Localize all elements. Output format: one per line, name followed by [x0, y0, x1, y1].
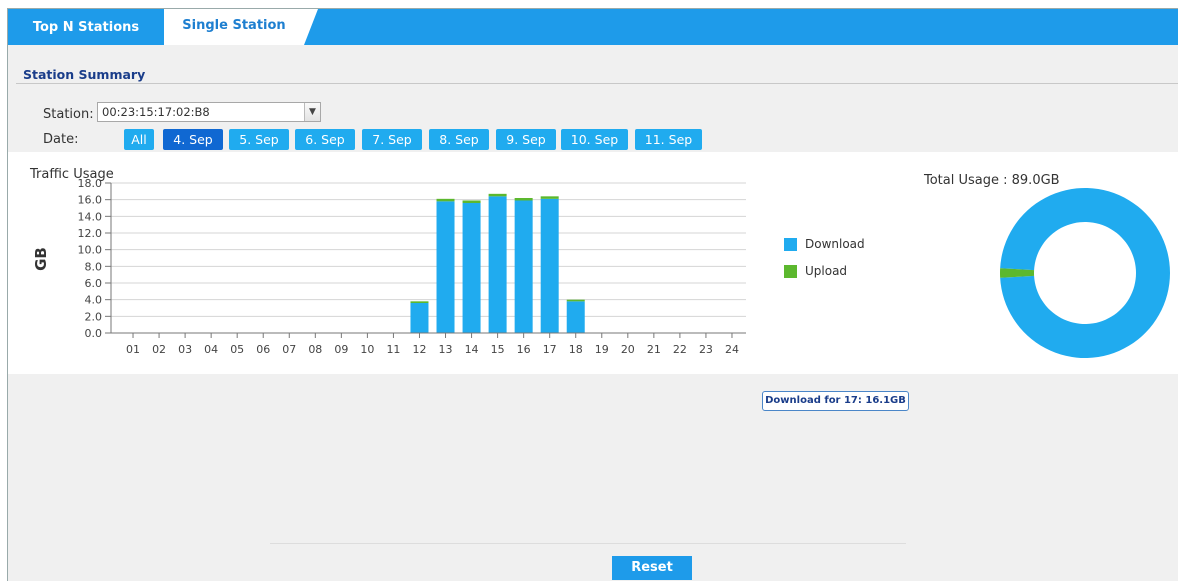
- x-tick-label: 16: [517, 343, 531, 356]
- y-tick-label: 8.0: [85, 260, 103, 273]
- x-tick-label: 08: [308, 343, 322, 356]
- x-tick-label: 07: [282, 343, 296, 356]
- x-tick-label: 18: [569, 343, 583, 356]
- x-tick-label: 19: [595, 343, 609, 356]
- x-tick-label: 12: [412, 343, 426, 356]
- legend-download-label[interactable]: Download: [805, 237, 865, 251]
- bar-download-14: [462, 203, 481, 333]
- x-tick-label: 15: [491, 343, 505, 356]
- y-axis-label: GB: [32, 247, 50, 271]
- bar-upload-13: [436, 198, 455, 202]
- reset-button[interactable]: Reset: [612, 556, 692, 580]
- bar-download-18: [566, 301, 585, 333]
- bar-upload-16: [514, 198, 533, 201]
- bar-upload-15: [488, 193, 507, 197]
- y-tick-label: 14.0: [78, 210, 103, 223]
- legend-upload-swatch: [784, 265, 797, 278]
- y-tick-label: 16.0: [78, 194, 103, 207]
- y-tick-label: 10.0: [78, 244, 103, 257]
- x-tick-label: 03: [178, 343, 192, 356]
- x-tick-label: 09: [334, 343, 348, 356]
- footer-divider: [270, 543, 906, 544]
- x-tick-label: 06: [256, 343, 270, 356]
- bar-download-17: [540, 198, 559, 333]
- x-tick-label: 20: [621, 343, 635, 356]
- x-tick-label: 04: [204, 343, 218, 356]
- bar-upload-14: [462, 200, 481, 203]
- x-tick-label: 02: [152, 343, 166, 356]
- x-tick-label: 24: [725, 343, 739, 356]
- x-tick-label: 23: [699, 343, 713, 356]
- x-tick-label: 13: [439, 343, 453, 356]
- y-tick-label: 4.0: [85, 294, 103, 307]
- y-tick-label: 2.0: [85, 310, 103, 323]
- y-tick-label: 12.0: [78, 227, 103, 240]
- bar-upload-12: [410, 301, 429, 303]
- x-tick-label: 10: [360, 343, 374, 356]
- traffic-usage-chart: 0.0 2.0 4.0 6.0 8.0 10.0 12.0 14.0 16.0 18.0 GB 01 0…: [32, 177, 1170, 358]
- y-tick-label: 6.0: [85, 277, 103, 290]
- x-tick-label: 17: [543, 343, 557, 356]
- x-tick-label: 22: [673, 343, 687, 356]
- y-tick-label: 0.0: [85, 327, 103, 340]
- bar-upload-17: [540, 196, 559, 199]
- x-tick-label: 21: [647, 343, 661, 356]
- bar-download-15: [488, 196, 507, 333]
- chart-tooltip: Download for 17: 16.1GB: [762, 391, 909, 411]
- legend-upload-label[interactable]: Upload: [805, 264, 847, 278]
- window-frame: Top N Stations Single Station Station Su…: [7, 8, 1178, 581]
- x-tick-label: 14: [465, 343, 479, 356]
- y-tick-label: 18.0: [78, 177, 103, 190]
- bar-download-12: [410, 303, 429, 333]
- bar-download-16: [514, 200, 533, 333]
- bar-upload-18: [566, 299, 585, 302]
- x-tick-label: 05: [230, 343, 244, 356]
- x-tick-label: 01: [126, 343, 140, 356]
- x-tick-label: 11: [386, 343, 400, 356]
- legend-download-swatch: [784, 238, 797, 251]
- bar-download-13: [436, 201, 455, 333]
